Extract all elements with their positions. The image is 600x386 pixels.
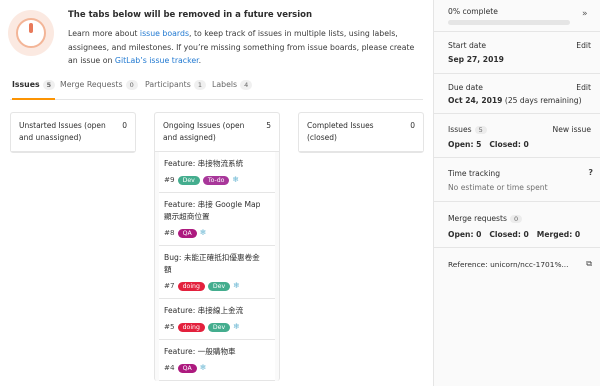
issue-card[interactable]: Feature: 一般購物車 #4 QA ❄ <box>159 340 275 381</box>
issue-title[interactable]: Bug: 未能正確抵扣優惠卷金額 <box>164 252 264 276</box>
mr-closed-count[interactable]: Closed: 0 <box>489 230 528 239</box>
label-doing[interactable]: doing <box>177 281 205 291</box>
reference-block: Reference: unicorn/ncc-1701%... ⧉ <box>434 248 600 284</box>
alert-title: The tabs below will be removed in a futu… <box>68 10 313 20</box>
reference-text: Reference: unicorn/ncc-1701%... <box>448 260 569 269</box>
issue-title[interactable]: Feature: 串接線上金流 <box>164 305 264 317</box>
gitlab-issue-tracker-link[interactable]: GitLab’s issue tracker <box>115 56 199 65</box>
mr-open-count[interactable]: Open: 0 <box>448 230 481 239</box>
issue-number: #4 <box>164 363 175 372</box>
issue-title[interactable]: Feature: 串接物流系統 <box>164 158 264 170</box>
tab-count: 0 <box>125 80 138 90</box>
due-date-block: Due date Edit Oct 24, 2019 (25 days rema… <box>434 74 600 114</box>
help-icon[interactable]: ? <box>588 168 593 177</box>
copy-icon[interactable]: ⧉ <box>586 259 592 269</box>
merge-requests-label: Merge requests 0 <box>448 214 523 223</box>
merge-requests-block: Merge requests 0 Open: 0 Closed: 0 Merged… <box>434 202 600 248</box>
issue-card[interactable]: Feature: 串接 Google Map 顯示超商位置 #8 QA ❄ <box>159 193 275 246</box>
tab-issues[interactable]: Issues 5 <box>12 80 56 100</box>
start-date-block: Start date Edit Sep 27, 2019 <box>434 32 600 74</box>
issues-block: Issues 5 New issue Open: 5 Closed: 0 <box>434 114 600 158</box>
main-content: The tabs below will be removed in a futu… <box>0 0 433 386</box>
tab-count: 1 <box>193 80 206 90</box>
time-tracking-label: Time tracking <box>448 169 501 178</box>
collapse-sidebar-icon[interactable]: » <box>582 9 588 19</box>
deprecation-illustration-icon <box>8 10 54 56</box>
time-tracking-value: No estimate or time spent <box>448 183 548 192</box>
column-count: 0 <box>410 121 415 130</box>
assignee-avatar-icon[interactable]: ❄ <box>233 321 240 333</box>
new-issue-link[interactable]: New issue <box>553 125 591 134</box>
issue-number: #9 <box>164 175 175 184</box>
start-date-value: Sep 27, 2019 <box>448 55 504 64</box>
due-date-label: Due date <box>448 83 483 92</box>
issue-card[interactable]: Feature: 串接線上金流 #5 doing Dev ❄ <box>159 299 275 340</box>
progress-bar <box>448 20 570 25</box>
issues-label: Issues 5 <box>448 125 487 134</box>
column-title: Ongoing Issues (open and assigned) <box>163 121 245 142</box>
label-dev[interactable]: Dev <box>177 175 200 185</box>
alert-body: Learn more about issue boards, to keep t… <box>68 29 415 65</box>
label-doing[interactable]: doing <box>177 322 205 332</box>
issue-card[interactable]: Bug: 未能正確抵扣優惠卷金額 #7 doing Dev ❄ <box>159 246 275 299</box>
progress-text: 0% complete <box>448 7 498 16</box>
tab-count: 5 <box>42 80 56 90</box>
tab-merge-requests[interactable]: Merge Requests 0 <box>60 80 138 100</box>
tab-count: 4 <box>240 80 253 90</box>
assignee-avatar-icon[interactable]: ❄ <box>200 227 207 239</box>
issue-title[interactable]: Feature: 一般購物車 <box>164 346 264 358</box>
start-date-edit-link[interactable]: Edit <box>576 41 591 50</box>
mr-merged-count[interactable]: Merged: 0 <box>537 230 580 239</box>
start-date-label: Start date <box>448 41 487 50</box>
milestone-sidebar: 0% complete » Start date Edit Sep 27, 20… <box>433 0 600 386</box>
due-date-edit-link[interactable]: Edit <box>576 83 591 92</box>
label-qa[interactable]: QA <box>177 363 197 373</box>
issues-closed-count[interactable]: Closed: 0 <box>489 140 528 149</box>
label-qa[interactable]: QA <box>177 228 197 238</box>
tab-participants[interactable]: Participants 1 <box>145 80 206 100</box>
merge-requests-count-badge: 0 <box>509 215 523 223</box>
column-title: Unstarted Issues (open and unassigned) <box>19 121 106 142</box>
column-title: Completed Issues (closed) <box>307 121 374 142</box>
progress-block: 0% complete » <box>434 0 600 32</box>
due-date-value: Oct 24, 2019 (25 days remaining) <box>448 96 582 105</box>
label-dev[interactable]: Dev <box>207 322 231 332</box>
tab-labels[interactable]: Labels 4 <box>212 80 253 100</box>
issue-number: #5 <box>164 322 175 331</box>
issue-title[interactable]: Feature: 串接 Google Map 顯示超商位置 <box>164 199 264 223</box>
issue-boards-link[interactable]: issue boards <box>140 29 189 38</box>
column-unstarted-issues: Unstarted Issues (open and unassigned) 0 <box>10 112 136 153</box>
assignee-avatar-icon[interactable]: ❄ <box>233 280 240 292</box>
time-tracking-block: Time tracking ? No estimate or time spen… <box>434 158 600 202</box>
issue-card[interactable]: Feature: 串接物流系統 #9 Dev To-do ❄ <box>159 152 275 193</box>
column-count: 0 <box>122 121 127 130</box>
issue-number: #7 <box>164 281 175 290</box>
column-ongoing-issues: Ongoing Issues (open and assigned) 5 Feat… <box>154 112 280 381</box>
column-completed-issues: Completed Issues (closed) 0 <box>298 112 424 153</box>
assignee-avatar-icon[interactable]: ❄ <box>200 362 207 374</box>
issues-open-count[interactable]: Open: 5 <box>448 140 481 149</box>
issue-number: #8 <box>164 228 175 237</box>
issues-count-badge: 5 <box>474 126 487 134</box>
column-count: 5 <box>266 121 271 130</box>
label-dev[interactable]: Dev <box>207 281 231 291</box>
assignee-avatar-icon[interactable]: ❄ <box>232 174 239 186</box>
label-to-do[interactable]: To-do <box>202 175 230 185</box>
milestone-tabs: Issues 5 Merge Requests 0 Participants 1 La… <box>10 76 423 100</box>
